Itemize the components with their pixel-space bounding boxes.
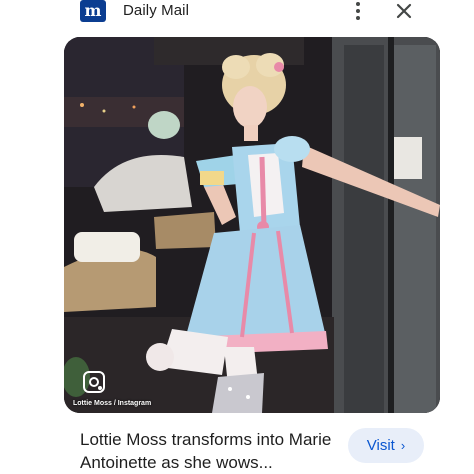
chevron-right-icon: › bbox=[400, 438, 406, 453]
image-credit: Lottie Moss / Instagram bbox=[73, 400, 152, 407]
close-icon bbox=[396, 3, 412, 19]
favicon-letter: m bbox=[84, 1, 102, 20]
visit-label: Visit bbox=[366, 437, 395, 454]
more-vert-icon-dot bbox=[356, 16, 360, 20]
result-image[interactable]: Lottie Moss / Instagram bbox=[64, 37, 440, 413]
more-options-button[interactable] bbox=[348, 0, 368, 22]
photo-illustration bbox=[64, 37, 440, 413]
close-button[interactable] bbox=[392, 0, 416, 22]
source-name[interactable]: Daily Mail bbox=[123, 2, 189, 19]
lens-icon bbox=[83, 371, 105, 393]
more-vert-icon-dot bbox=[356, 9, 360, 13]
more-vert-icon bbox=[356, 2, 360, 6]
visit-button[interactable]: Visit › bbox=[348, 428, 424, 463]
daily-mail-favicon: m bbox=[80, 0, 106, 22]
lens-button[interactable] bbox=[82, 370, 106, 394]
result-title[interactable]: Lottie Moss transforms into Marie Antoin… bbox=[80, 428, 342, 474]
result-header: m Daily Mail bbox=[0, 0, 474, 24]
